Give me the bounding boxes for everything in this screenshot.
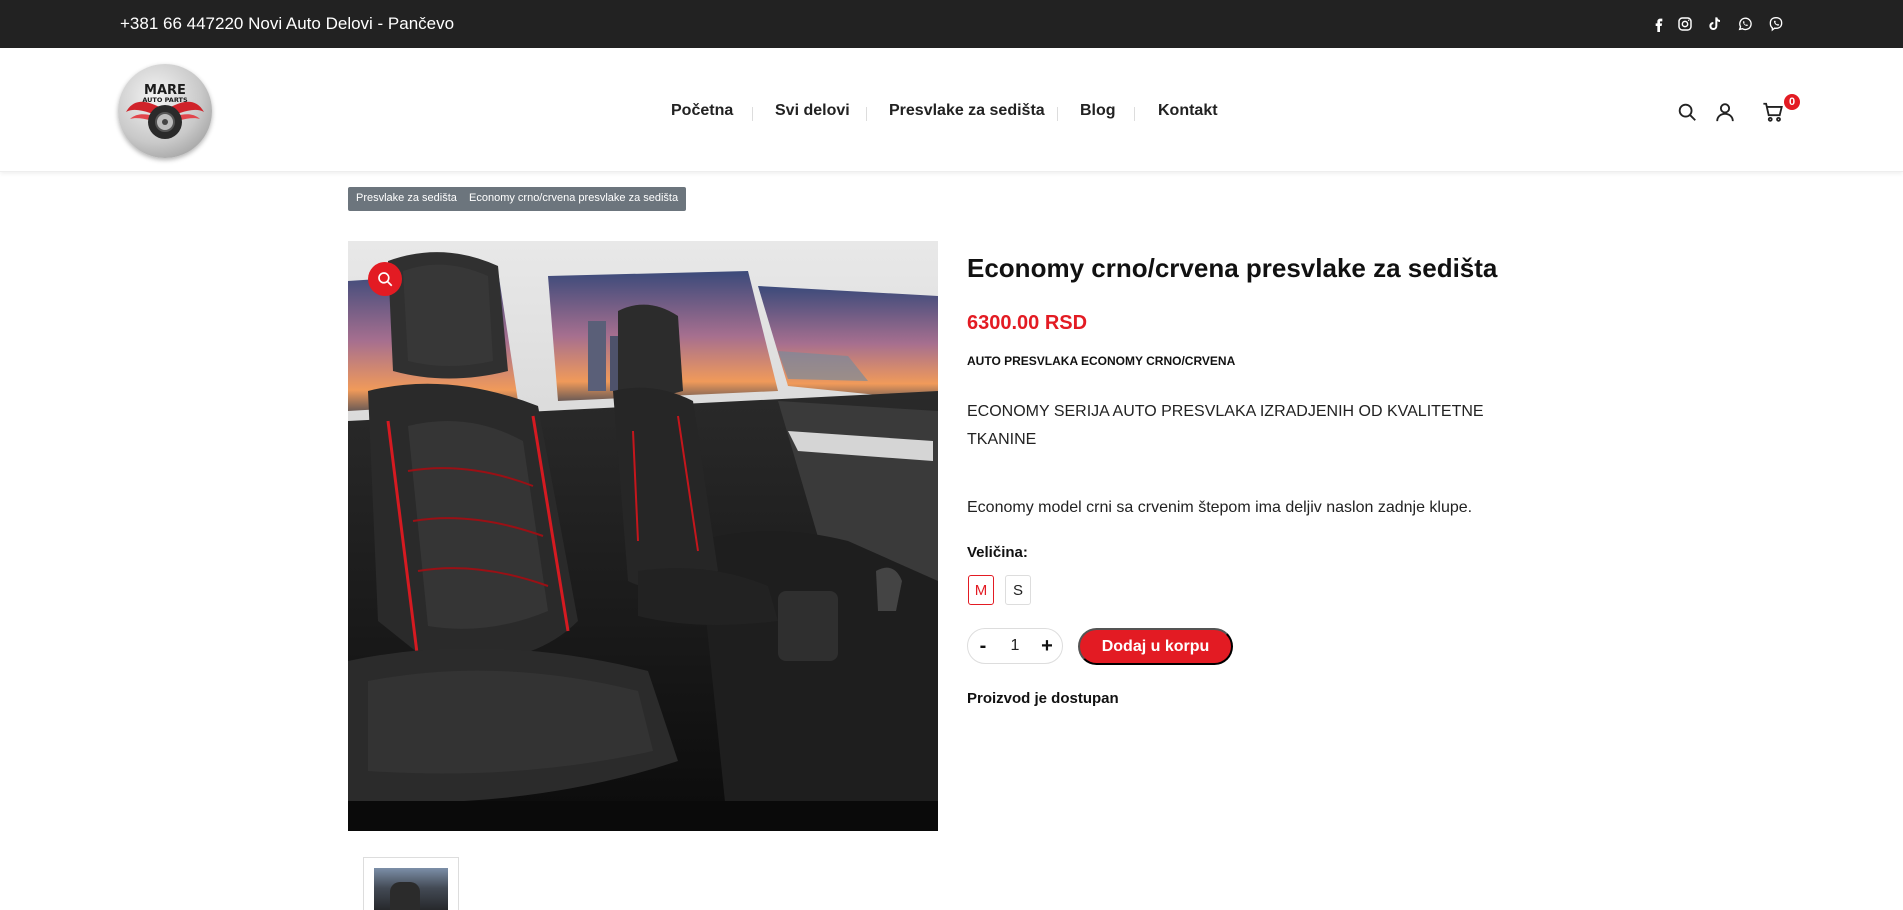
whatsapp-icon[interactable] — [1735, 14, 1755, 34]
product-thumbnail[interactable] — [363, 857, 459, 910]
main-header: MARE AUTO PARTS Početna Svi delovi Presv… — [0, 48, 1903, 172]
size-option-m[interactable]: M — [968, 575, 994, 605]
quantity-increase-button[interactable]: + — [1032, 629, 1062, 663]
instagram-icon[interactable] — [1675, 14, 1695, 34]
thumbnail-image — [374, 868, 448, 910]
nav-item-blog[interactable]: Blog — [1080, 102, 1116, 120]
nav-separator — [1134, 107, 1135, 121]
viber-icon[interactable] — [1766, 14, 1786, 34]
facebook-icon[interactable] — [1649, 14, 1669, 34]
user-icon[interactable] — [1712, 99, 1738, 125]
main-nav: Početna Svi delovi Presvlake za sedišta … — [0, 102, 1903, 126]
search-icon[interactable] — [1674, 99, 1700, 125]
breadcrumb-category[interactable]: Presvlake za sedišta — [348, 187, 465, 211]
cart-icon[interactable] — [1760, 99, 1786, 125]
zoom-icon[interactable] — [368, 262, 402, 296]
breadcrumb-current: Economy crno/crvena presvlake za sedišta — [461, 187, 687, 211]
contact-info[interactable]: +381 66 447220 Novi Auto Delovi - Pančev… — [120, 14, 454, 34]
nav-item-pocetna[interactable]: Početna — [671, 102, 733, 120]
nav-item-kontakt[interactable]: Kontakt — [1158, 102, 1218, 120]
nav-item-presvlake[interactable]: Presvlake za sedišta — [889, 102, 1045, 120]
add-to-cart-button[interactable]: Dodaj u korpu — [1078, 628, 1233, 665]
availability-status: Proizvod je dostupan — [967, 690, 1119, 707]
product-title: Economy crno/crvena presvlake za sedišta — [967, 253, 1498, 283]
product-description-detail: Economy model crni sa crvenim štepom ima… — [967, 499, 1473, 516]
nav-separator — [866, 107, 867, 121]
top-bar: +381 66 447220 Novi Auto Delovi - Pančev… — [0, 0, 1903, 48]
size-label: Veličina: — [967, 544, 1028, 561]
product-description: ECONOMY SERIJA AUTO PRESVLAKA IZRADJENIH… — [967, 403, 1484, 448]
nav-separator — [752, 107, 753, 121]
product-main-image[interactable] — [348, 241, 938, 831]
nav-item-svi-delovi[interactable]: Svi delovi — [775, 102, 850, 120]
nav-separator — [1057, 107, 1058, 121]
product-subtitle: AUTO PRESVLAKA ECONOMY CRNO/CRVENA — [967, 354, 1236, 368]
tiktok-icon[interactable] — [1704, 14, 1724, 34]
cart-count-badge: 0 — [1784, 94, 1800, 110]
quantity-decrease-button[interactable]: - — [968, 629, 998, 663]
quantity-input[interactable]: 1 — [1011, 637, 1020, 655]
size-option-s[interactable]: S — [1005, 575, 1031, 605]
product-price: 6300.00 RSD — [967, 312, 1088, 334]
quantity-stepper: - 1 + — [967, 628, 1063, 664]
